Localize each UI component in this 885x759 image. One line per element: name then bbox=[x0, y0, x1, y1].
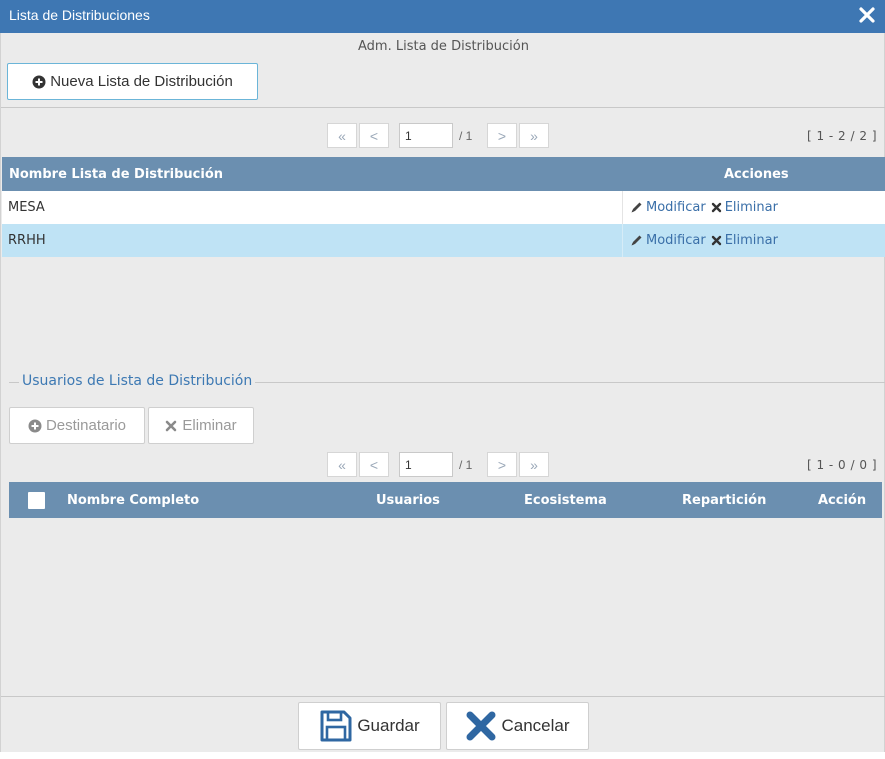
pager-last-button[interactable]: » bbox=[519, 123, 549, 148]
pencil-icon bbox=[631, 235, 642, 246]
column-header-actions: Acciones bbox=[724, 167, 789, 182]
page-background bbox=[0, 752, 885, 759]
column-header-full-name: Nombre Completo bbox=[67, 493, 200, 508]
pager-prev-button[interactable]: < bbox=[359, 452, 389, 477]
delete-label: Eliminar bbox=[724, 233, 778, 248]
lists-table-header: Nombre Lista de Distribución Acciones bbox=[2, 157, 885, 191]
column-header-department: Repartición bbox=[682, 493, 767, 508]
dialog-title: Lista de Distribuciones bbox=[9, 7, 150, 23]
dialog-subtitle: Adm. Lista de Distribución bbox=[358, 39, 529, 54]
table-row[interactable]: MESA Modificar Eliminar bbox=[2, 191, 885, 224]
plus-circle-icon bbox=[28, 419, 42, 432]
pager-page-input[interactable] bbox=[399, 452, 453, 477]
delete-link[interactable]: Eliminar bbox=[711, 233, 778, 248]
pager-next-button[interactable]: > bbox=[487, 452, 517, 477]
pager-page-input[interactable] bbox=[399, 123, 453, 148]
close-icon[interactable] bbox=[857, 5, 877, 25]
users-section-legend: Usuarios de Lista de Distribución bbox=[19, 373, 256, 389]
pager-last-button[interactable]: » bbox=[519, 452, 549, 477]
x-icon bbox=[711, 202, 721, 213]
column-header-ecosystem: Ecosistema bbox=[524, 493, 607, 508]
footer-divider bbox=[1, 696, 885, 697]
pager-first-button[interactable]: « bbox=[327, 123, 357, 148]
pager-total: / 1 bbox=[459, 457, 473, 472]
modify-label: Modificar bbox=[646, 233, 706, 248]
new-list-label: Nueva Lista de Distribución bbox=[50, 73, 233, 90]
add-recipient-label: Destinatario bbox=[45, 417, 127, 434]
pager-prev-button[interactable]: < bbox=[359, 123, 389, 148]
lists-pager: « < / 1 > » bbox=[327, 123, 549, 148]
dialog-titlebar: Lista de Distribuciones bbox=[0, 0, 885, 33]
delete-recipient-button[interactable]: Eliminar bbox=[148, 407, 254, 444]
save-button[interactable]: Guardar bbox=[298, 702, 441, 750]
cancel-button[interactable]: Cancelar bbox=[446, 702, 589, 750]
row-actions: Modificar Eliminar bbox=[622, 224, 778, 257]
users-pager: « < / 1 > » bbox=[327, 452, 549, 477]
add-recipient-button[interactable]: Destinatario bbox=[9, 407, 145, 444]
column-header-users: Usuarios bbox=[376, 493, 440, 508]
divider bbox=[1, 107, 885, 108]
x-icon bbox=[166, 420, 177, 431]
x-icon bbox=[466, 711, 496, 741]
dialog-body: Adm. Lista de Distribución Nueva Lista d… bbox=[0, 33, 885, 752]
delete-label: Eliminar bbox=[724, 200, 778, 215]
list-name: MESA bbox=[8, 200, 45, 215]
floppy-disk-icon bbox=[320, 710, 352, 742]
new-list-button[interactable]: Nueva Lista de Distribución bbox=[7, 63, 258, 100]
users-table-header: Nombre Completo Usuarios Ecosistema Repa… bbox=[9, 482, 882, 518]
pager-first-button[interactable]: « bbox=[327, 452, 357, 477]
list-name: RRHH bbox=[8, 233, 46, 248]
modify-link[interactable]: Modificar bbox=[630, 200, 706, 215]
modify-link[interactable]: Modificar bbox=[630, 233, 706, 248]
pager-total: / 1 bbox=[459, 128, 473, 143]
x-icon bbox=[711, 235, 721, 246]
modify-label: Modificar bbox=[646, 200, 706, 215]
row-actions: Modificar Eliminar bbox=[622, 191, 778, 224]
column-header-action: Acción bbox=[818, 493, 867, 508]
plus-circle-icon bbox=[32, 75, 46, 88]
cancel-label: Cancelar bbox=[501, 716, 570, 735]
delete-recipient-label: Eliminar bbox=[182, 417, 237, 434]
column-header-name: Nombre Lista de Distribución bbox=[9, 167, 224, 182]
lists-record-count: [ 1 - 2 / 2 ] bbox=[806, 129, 877, 143]
delete-link[interactable]: Eliminar bbox=[711, 200, 778, 215]
users-record-count: [ 1 - 0 / 0 ] bbox=[806, 458, 877, 472]
pager-next-button[interactable]: > bbox=[487, 123, 517, 148]
pencil-icon bbox=[631, 202, 642, 213]
save-label: Guardar bbox=[357, 716, 420, 735]
select-all-checkbox[interactable] bbox=[28, 492, 45, 509]
table-row[interactable]: RRHH Modificar Eliminar bbox=[2, 224, 885, 257]
